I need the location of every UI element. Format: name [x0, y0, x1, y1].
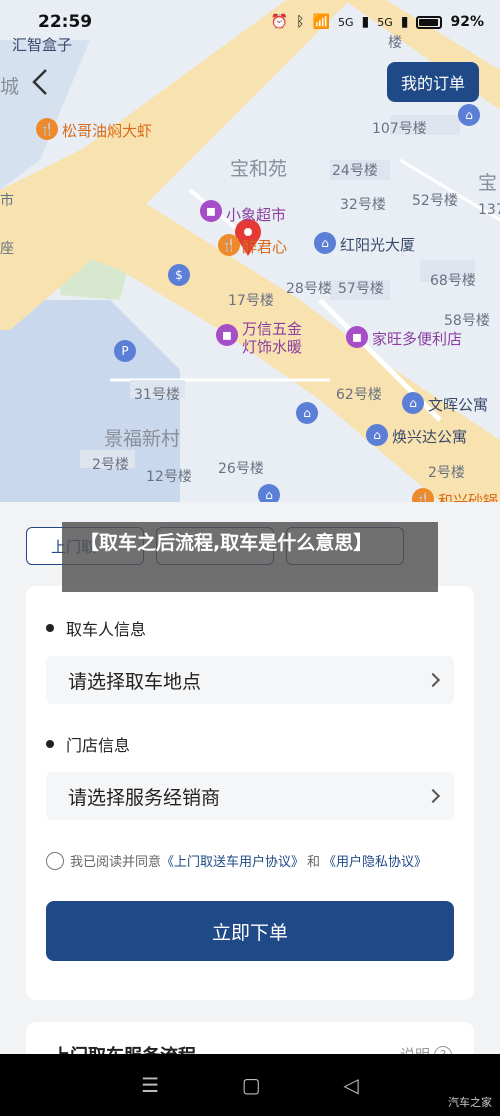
map-label: 68号楼 — [430, 273, 476, 289]
building-pin-icon[interactable]: ⌂ — [458, 104, 480, 126]
signal-icon: ▮ — [400, 14, 409, 30]
pickup-agreement-link[interactable]: 《上门取送车用户协议》 — [161, 851, 304, 870]
map-label: 137 — [478, 202, 500, 218]
back-icon[interactable]: ◁ — [343, 1073, 358, 1097]
status-time: 22:59 — [38, 12, 93, 32]
map-label: 灯饰水暖 — [242, 338, 303, 356]
map-label: 松哥油焖大虾 — [62, 122, 153, 140]
map-label: 62号楼 — [336, 387, 382, 403]
map-label: 焕兴达公寓 — [392, 428, 468, 446]
map-label: 文晖公寓 — [428, 396, 489, 414]
chevron-right-icon — [425, 788, 441, 804]
network-label-1: 5G — [337, 15, 354, 29]
bullet-icon — [46, 740, 54, 748]
map-label: 市 — [0, 193, 14, 209]
section-pickup-label: 取车人信息 — [66, 620, 147, 639]
status-bar: 22:59 ⏰ ᛒ 📶 5G ▮ 5G ▮ 92% — [0, 0, 500, 44]
map-label: 宝 — [478, 172, 498, 194]
system-nav-bar: ☰ ▢ ◁ 汽车之家 — [0, 1054, 500, 1116]
pickup-location-placeholder: 请选择取车地点 — [68, 670, 202, 693]
map-label: 26号楼 — [218, 461, 264, 477]
pickup-location-select[interactable]: 请选择取车地点 — [46, 656, 454, 704]
shop-pin-icon[interactable]: ◼ — [200, 200, 222, 222]
submit-order-button[interactable]: 立即下单 — [46, 901, 454, 961]
map-label: 107号楼 — [372, 121, 427, 137]
signal-icon: ▮ — [361, 14, 370, 30]
dealer-placeholder: 请选择服务经销商 — [68, 786, 221, 809]
menu-icon[interactable]: ☰ — [141, 1073, 159, 1097]
bullet-icon — [46, 624, 54, 632]
map-label: 宝和苑 — [230, 158, 288, 180]
agreement-row: 我已阅读并同意 《上门取送车用户协议》 和 《用户隐私协议》 — [46, 851, 427, 870]
map-label: 57号楼 — [338, 281, 384, 297]
agreement-prefix: 我已阅读并同意 — [70, 855, 162, 870]
agreement-and: 和 — [307, 855, 321, 870]
privacy-agreement-link[interactable]: 《用户隐私协议》 — [323, 851, 427, 870]
wifi-icon: 📶 — [312, 14, 330, 30]
building-pin-icon[interactable]: ⌂ — [258, 484, 280, 502]
map-label: 12号楼 — [146, 469, 192, 485]
map-label: 17号楼 — [228, 293, 274, 309]
bluetooth-icon: ᛒ — [296, 14, 305, 30]
status-icons: ⏰ ᛒ 📶 5G ▮ 5G ▮ 92% — [271, 14, 484, 30]
chevron-left-icon — [32, 69, 47, 95]
watermark: 汽车之家 — [448, 1096, 492, 1109]
parking-pin-icon[interactable]: P — [114, 340, 136, 362]
agreement-radio[interactable] — [46, 851, 64, 870]
building-pin-icon[interactable]: ⌂ — [366, 424, 388, 446]
map-label: 2号楼 — [92, 457, 129, 473]
section-store-label: 门店信息 — [66, 736, 131, 755]
map-label: 小象超市 — [226, 206, 287, 224]
map-label: 醉君心 — [242, 238, 288, 256]
map-label: 32号楼 — [340, 197, 386, 213]
map-label: 31号楼 — [134, 387, 180, 403]
map-label: 52号楼 — [412, 193, 458, 209]
alarm-icon: ⏰ — [270, 14, 289, 30]
caption-overlay: 【取车之后流程,取车是什么意思】 — [62, 522, 438, 592]
map-label: 家旺多便利店 — [372, 330, 463, 348]
back-button[interactable] — [22, 60, 58, 104]
map-label: 城 — [0, 76, 20, 98]
order-form-card: 取车人信息 请选择取车地点 门店信息 请选择服务经销商 我已阅读并同意 《上门取… — [26, 586, 474, 1000]
home-icon[interactable]: ▢ — [242, 1073, 261, 1097]
battery-icon — [416, 15, 443, 29]
my-order-button[interactable]: 我的订单 — [387, 62, 479, 102]
chevron-right-icon — [425, 672, 441, 688]
shop-pin-icon[interactable]: ◼ — [216, 324, 238, 346]
shop-pin-icon[interactable]: ◼ — [346, 326, 368, 348]
atm-pin-icon[interactable]: $ — [168, 264, 190, 286]
section-pickup-title: 取车人信息 — [46, 616, 146, 640]
battery-percent: 92% — [450, 14, 484, 30]
network-label-2: 5G — [377, 15, 393, 29]
map-label: 58号楼 — [444, 313, 490, 329]
dealer-select[interactable]: 请选择服务经销商 — [46, 772, 454, 820]
restaurant-pin-icon[interactable]: 🍴 — [218, 234, 240, 256]
building-pin-icon[interactable]: ⌂ — [296, 402, 318, 424]
map-label: 红阳光大厦 — [340, 236, 416, 254]
building-pin-icon[interactable]: ⌂ — [314, 232, 336, 254]
map-label: 28号楼 — [286, 281, 332, 297]
map-label: 座 — [0, 241, 14, 257]
section-store-title: 门店信息 — [46, 732, 130, 756]
map-label: 景福新村 — [104, 428, 181, 450]
building-pin-icon[interactable]: ⌂ — [402, 392, 424, 414]
map-label: 和兴砂锅 — [438, 492, 499, 502]
restaurant-pin-icon[interactable]: 🍴 — [36, 118, 58, 140]
map-label: 2号楼 — [428, 465, 465, 481]
map-label: 24号楼 — [332, 163, 378, 179]
